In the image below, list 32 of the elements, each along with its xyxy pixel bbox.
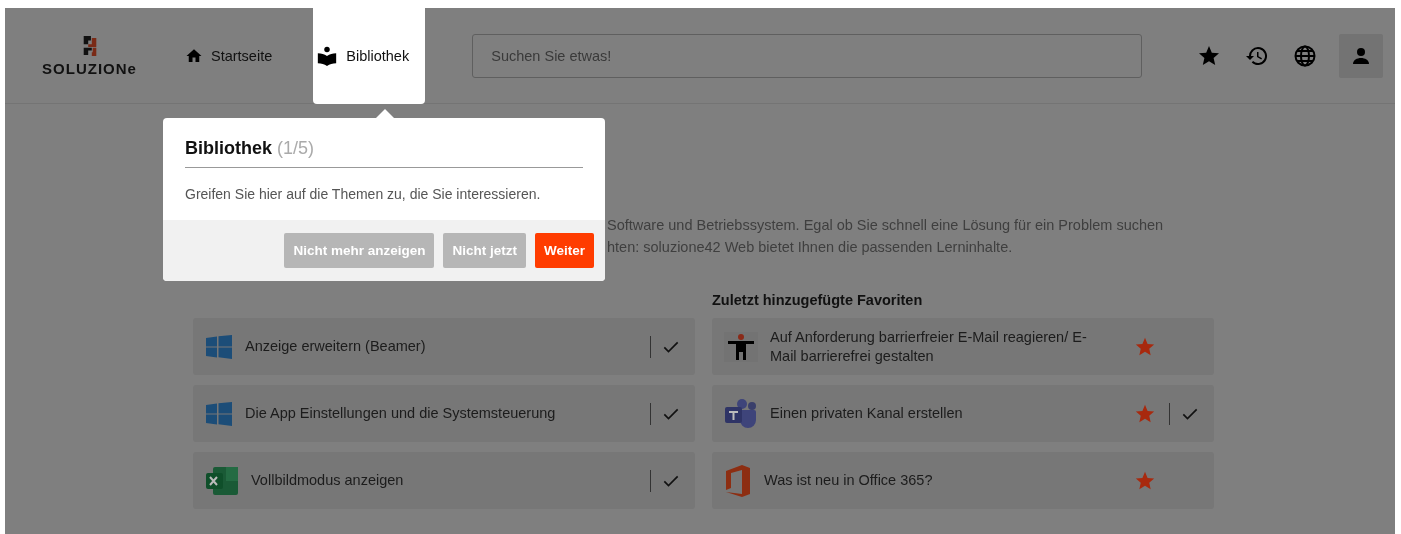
chat-team-icon bbox=[724, 397, 758, 430]
lesson-title: Was ist neu in Office 365? bbox=[764, 471, 934, 490]
windows-icon bbox=[205, 334, 233, 359]
lesson-card[interactable]: Was ist neu in Office 365? bbox=[712, 452, 1214, 509]
popup-title: Bibliothek (1/5) bbox=[185, 138, 583, 168]
logo[interactable]: SOLUZIONe bbox=[32, 34, 147, 77]
lesson-title: Einen privaten Kanal erstellen bbox=[770, 404, 964, 423]
lesson-card[interactable]: Einen privaten Kanal erstellen bbox=[712, 385, 1214, 442]
search-field[interactable]: Suchen Sie etwas! bbox=[472, 33, 1143, 78]
lesson-title: Die App Einstellungen und die Systemsteuerung bbox=[245, 404, 557, 423]
globe-icon bbox=[1293, 43, 1317, 68]
lesson-card[interactable]: Vollbildmodus anzeigen bbox=[193, 452, 695, 509]
nav-tab[interactable]: Bibliothek bbox=[313, 7, 426, 104]
intro-text: hten: soluzione42 Web bietet Ihnen die passenden Lerninhalte. bbox=[607, 238, 1014, 257]
next-button[interactable]: Weiter bbox=[535, 233, 594, 268]
popup-text: Greifen Sie hier auf die Themen zu, die Sie interessieren. bbox=[185, 186, 542, 202]
user-button[interactable] bbox=[1339, 33, 1383, 78]
lesson-title: Vollbildmodus anzeigen bbox=[251, 471, 405, 490]
lesson-title: Auf Anforderung barrierfreier E-Mail reagieren/ E-Mail barrierefrei gestalten bbox=[770, 327, 1088, 366]
spreadsheet-icon bbox=[205, 464, 239, 497]
intro-text: Software und Betriebssystem. Egal ob Sie schnell eine Lösung für ein Problem suchen bbox=[607, 216, 1165, 235]
reader-icon bbox=[316, 44, 339, 67]
dismiss-button[interactable]: Nicht jetzt bbox=[443, 233, 526, 268]
lesson-card[interactable]: Auf Anforderung barrierfreier E-Mail reagieren/ E-Mail barrierefrei gestalten bbox=[712, 318, 1214, 375]
lesson-card[interactable]: Die App Einstellungen und die Systemsteuerung bbox=[193, 385, 695, 442]
nav-tab[interactable]: Startseite bbox=[185, 7, 286, 104]
section-heading: Zuletzt hinzugefügte Favoriten bbox=[712, 291, 924, 308]
lesson-title: Anzeige erweitern (Beamer) bbox=[245, 337, 427, 356]
lesson-card[interactable]: Anzeige erweitern (Beamer) bbox=[193, 318, 695, 375]
windows-icon bbox=[205, 401, 233, 426]
office-icon bbox=[724, 464, 752, 497]
dismiss-button[interactable]: Nicht mehr anzeigen bbox=[284, 233, 435, 268]
